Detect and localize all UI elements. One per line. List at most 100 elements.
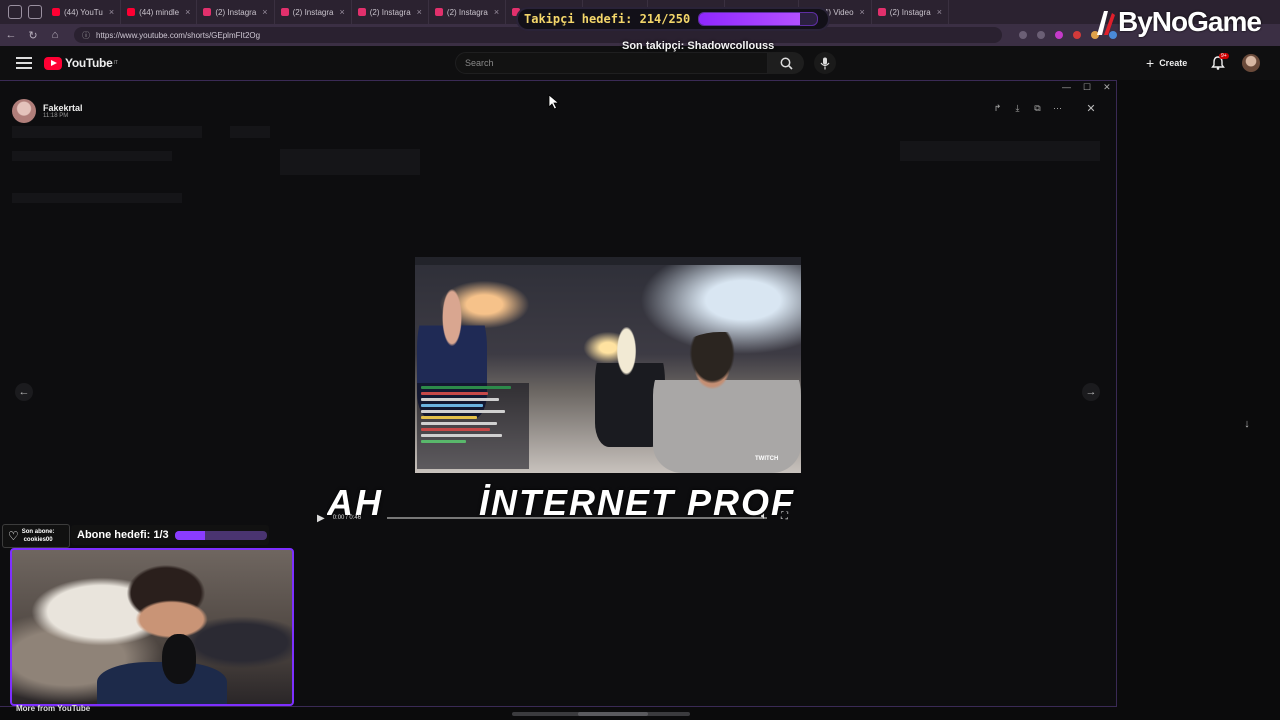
hamburger-menu-icon[interactable] bbox=[16, 54, 32, 72]
youtube-logo[interactable]: YouTube IT bbox=[44, 56, 118, 70]
fullscreen-icon[interactable]: ⛶ bbox=[781, 511, 788, 522]
stream-chat-overlay bbox=[417, 383, 529, 469]
tab-label: (2) Instagra bbox=[292, 7, 334, 17]
scroll-down-arrow-icon[interactable]: ↓ bbox=[1238, 415, 1256, 433]
heart-icon: ♡ bbox=[8, 529, 19, 543]
window-controls: — ☐ ✕ bbox=[1062, 82, 1111, 93]
youtube-logo-text: YouTube bbox=[65, 56, 113, 70]
viewer-toolbar: ↱ ⤓ ⧉ ⋯ bbox=[992, 103, 1063, 114]
youtube-play-icon bbox=[44, 56, 62, 70]
poster-info: Fakekrtal 11:18 PM bbox=[12, 99, 83, 123]
play-icon[interactable]: ▶ bbox=[317, 513, 325, 524]
extension-icon[interactable] bbox=[1019, 31, 1027, 39]
browser-tab[interactable]: (2) Instagra × bbox=[429, 0, 507, 24]
tab-actions-icon[interactable] bbox=[8, 5, 22, 19]
tab-close-icon[interactable]: × bbox=[417, 7, 422, 17]
home-icon[interactable]: ⌂ bbox=[44, 29, 66, 41]
tab-label: (2) Instagra bbox=[889, 7, 931, 17]
close-viewer-icon[interactable]: ✕ bbox=[1084, 102, 1098, 116]
browser-tab[interactable]: (2) Instagra × bbox=[275, 0, 352, 24]
tab-label: (2) Instagra bbox=[446, 7, 488, 17]
volume-icon[interactable]: 🔈︎ bbox=[761, 511, 767, 522]
bookmark-star-icon[interactable] bbox=[1037, 31, 1045, 39]
reload-icon[interactable]: ↻ bbox=[22, 29, 44, 42]
subscriber-goal-widget: Abone hedefi: 1/3 bbox=[71, 525, 269, 545]
tab-label: (2) Instagra bbox=[215, 7, 257, 17]
next-arrow-icon[interactable]: → bbox=[1082, 383, 1100, 401]
video-player[interactable]: TWITCH bbox=[415, 257, 801, 473]
maximize-icon[interactable]: ☐ bbox=[1083, 82, 1091, 93]
tab-close-icon[interactable]: × bbox=[494, 7, 499, 17]
tab-label: (2) Instagra bbox=[369, 7, 411, 17]
tab-close-icon[interactable]: × bbox=[937, 7, 942, 17]
extension-icon[interactable] bbox=[1073, 31, 1081, 39]
webcam-microphone bbox=[162, 634, 196, 684]
last-follower-text: Son takipçi: Shadowcollouss bbox=[622, 40, 775, 52]
video-time: 0:00 / 0:46 bbox=[332, 515, 362, 521]
site-info-icon[interactable]: ⓘ bbox=[82, 30, 90, 41]
post-time: 11:18 PM bbox=[43, 113, 69, 119]
minimize-icon[interactable]: — bbox=[1062, 82, 1071, 93]
open-external-icon[interactable]: ⧉ bbox=[1032, 103, 1043, 114]
tab-favicon-icon bbox=[127, 8, 136, 16]
browser-tab[interactable]: (2) Instagra × bbox=[197, 0, 275, 24]
microphone-icon bbox=[820, 57, 830, 69]
bynogame-wordmark: ByNoGame bbox=[1118, 6, 1262, 37]
search-input[interactable]: Search bbox=[455, 52, 768, 74]
last-sub-name: cookies00 bbox=[23, 537, 53, 543]
video-controls: ▶ 0:00 / 0:46 🔈︎ ⛶ bbox=[317, 511, 801, 525]
voice-search-button[interactable] bbox=[814, 52, 836, 74]
tab-favicon-icon bbox=[877, 8, 886, 16]
browser-tab[interactable]: (2) Instagra × bbox=[872, 0, 949, 24]
streamer-webcam bbox=[10, 548, 294, 706]
download-icon[interactable]: ⤓ bbox=[1012, 103, 1023, 114]
browser-tab[interactable]: (44) mindle × bbox=[121, 0, 198, 24]
back-icon[interactable]: ← bbox=[0, 29, 22, 41]
tab-favicon-icon bbox=[203, 8, 212, 16]
tab-label: (44) mindle bbox=[139, 7, 180, 17]
browser-tab[interactable]: (44) YouTu × bbox=[46, 0, 122, 24]
tab-favicon-icon bbox=[434, 8, 443, 16]
tab-close-icon[interactable]: × bbox=[860, 7, 865, 17]
poster-name[interactable]: Fakekrtal bbox=[43, 103, 83, 113]
tab-close-icon[interactable]: × bbox=[109, 7, 114, 17]
tab-label: (44) YouTu bbox=[64, 7, 103, 17]
tab-close-icon[interactable]: × bbox=[339, 7, 344, 17]
search-button[interactable] bbox=[768, 52, 804, 74]
sub-goal-bar bbox=[174, 530, 267, 540]
create-label: Create bbox=[1159, 58, 1188, 68]
country-code: IT bbox=[113, 60, 118, 66]
more-options-icon[interactable]: ⋯ bbox=[1052, 103, 1063, 114]
close-window-icon[interactable]: ✕ bbox=[1103, 82, 1111, 93]
tab-favicon-icon bbox=[357, 8, 366, 16]
video-progress-bar[interactable] bbox=[387, 517, 767, 519]
follower-goal-widget: Takipçi hedefi: 214/250 bbox=[516, 7, 830, 31]
bynogame-flame-icon bbox=[1097, 11, 1115, 35]
more-from-youtube[interactable]: More from YouTube bbox=[16, 704, 90, 713]
follower-goal-text: Takipçi hedefi: 214/250 bbox=[524, 12, 691, 26]
bynogame-logo: ByNoGame bbox=[1092, 2, 1262, 42]
forward-icon[interactable]: ↱ bbox=[992, 103, 1003, 114]
plus-icon: + bbox=[1146, 55, 1155, 71]
last-subscriber-widget: ♡ Son abone: cookies00 bbox=[2, 524, 70, 548]
last-sub-label: Son abone: bbox=[21, 529, 55, 535]
horizontal-scrollbar[interactable] bbox=[512, 712, 690, 716]
notification-badge: 9+ bbox=[1219, 53, 1229, 59]
video-person-right bbox=[653, 332, 801, 473]
search-icon bbox=[780, 57, 793, 70]
follower-goal-bar bbox=[698, 12, 819, 26]
previous-arrow-icon[interactable]: ← bbox=[15, 383, 33, 401]
create-button[interactable]: + Create bbox=[1146, 53, 1187, 73]
video-watermark: TWITCH bbox=[755, 456, 779, 462]
mouse-cursor-icon bbox=[548, 94, 560, 110]
tab-close-icon[interactable]: × bbox=[185, 7, 190, 17]
tab-favicon-icon bbox=[280, 8, 289, 16]
browser-tab[interactable]: (2) Instagra × bbox=[352, 0, 429, 24]
tab-favicon-icon bbox=[52, 8, 60, 16]
tab-close-icon[interactable]: × bbox=[262, 7, 267, 17]
extension-icon[interactable] bbox=[1055, 31, 1063, 39]
poster-avatar[interactable] bbox=[12, 99, 36, 123]
tab-search-icon[interactable] bbox=[28, 5, 42, 19]
url-text: https://www.youtube.com/shorts/GEplmFIt2… bbox=[96, 30, 261, 40]
account-avatar[interactable] bbox=[1242, 54, 1260, 72]
